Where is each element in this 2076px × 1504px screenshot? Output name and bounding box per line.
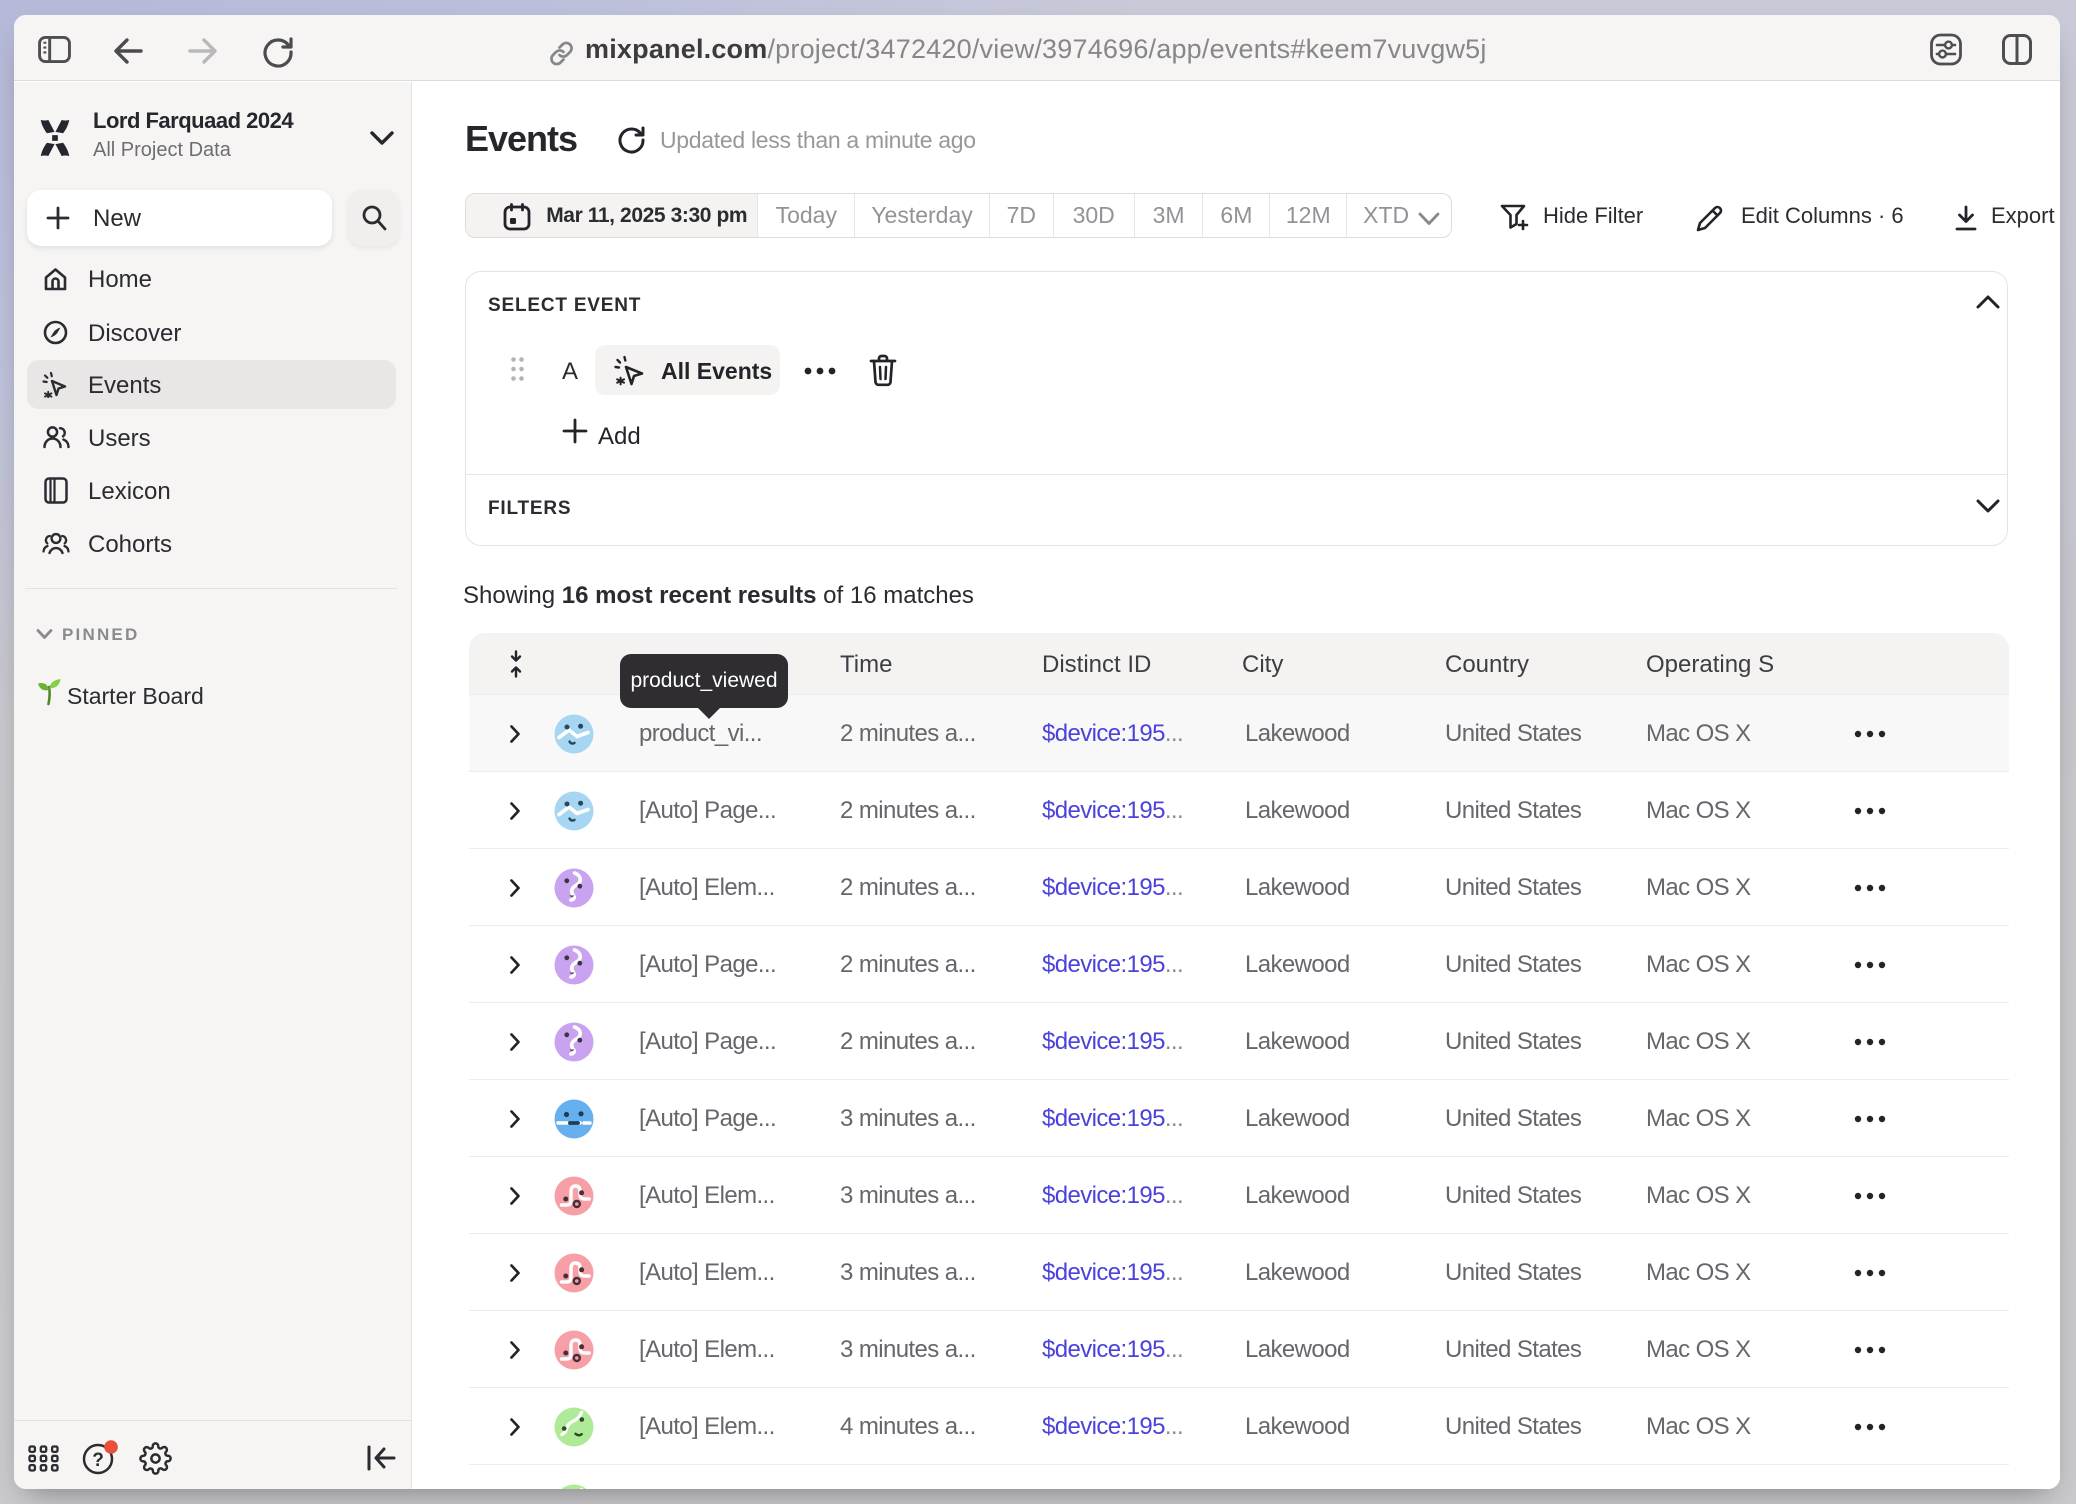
svg-text:?: ?	[92, 1450, 104, 1471]
